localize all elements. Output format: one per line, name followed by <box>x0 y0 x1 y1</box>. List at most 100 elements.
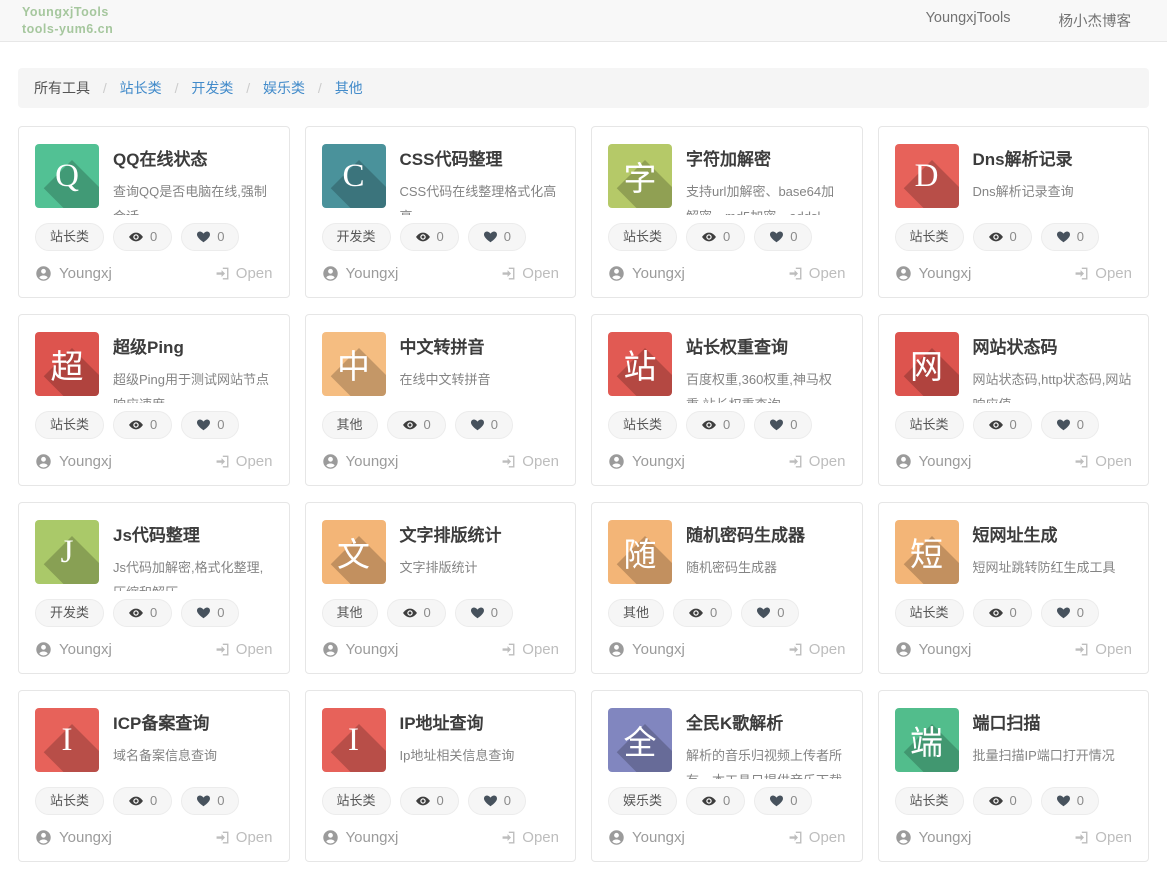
category-tag[interactable]: 站长类 <box>35 223 104 251</box>
likes-tag[interactable]: 0 <box>468 223 526 251</box>
tool-icon: 超 <box>35 332 99 396</box>
open-link[interactable]: Open <box>1074 265 1132 282</box>
views-tag[interactable]: 0 <box>113 223 172 251</box>
open-link[interactable]: Open <box>1074 453 1132 470</box>
breadcrumb-entertainment-category[interactable]: 娱乐类 <box>263 80 305 96</box>
category-tag[interactable]: 站长类 <box>608 223 677 251</box>
views-tag[interactable]: 0 <box>973 787 1032 815</box>
likes-tag[interactable]: 0 <box>754 223 812 251</box>
open-label: Open <box>236 453 273 470</box>
likes-tag[interactable]: 0 <box>455 599 513 627</box>
views-tag[interactable]: 0 <box>113 599 172 627</box>
likes-tag[interactable]: 0 <box>1041 411 1099 439</box>
open-link[interactable]: Open <box>1074 641 1132 658</box>
likes-tag[interactable]: 0 <box>1041 599 1099 627</box>
author: Youngxj <box>895 829 972 846</box>
open-link[interactable]: Open <box>215 641 273 658</box>
open-link[interactable]: Open <box>501 265 559 282</box>
tool-icon: 短 <box>895 520 959 584</box>
tool-description: 百度权重,360权重,神马权重,站长权重查询 <box>686 367 846 403</box>
views-tag[interactable]: 0 <box>673 599 732 627</box>
category-tag[interactable]: 站长类 <box>895 223 964 251</box>
category-tag[interactable]: 其他 <box>608 599 664 627</box>
views-tag[interactable]: 0 <box>400 223 459 251</box>
likes-tag[interactable]: 0 <box>455 411 513 439</box>
views-tag[interactable]: 0 <box>686 411 745 439</box>
breadcrumb-dev-category[interactable]: 开发类 <box>191 80 233 96</box>
tool-title: 端口扫描 <box>973 709 1115 734</box>
tool-icon-letter: 字 <box>608 144 672 208</box>
open-link[interactable]: Open <box>501 829 559 846</box>
author-name: Youngxj <box>919 265 972 282</box>
breadcrumb-all-tools[interactable]: 所有工具 <box>34 80 90 96</box>
views-tag[interactable]: 0 <box>686 787 745 815</box>
category-tag[interactable]: 站长类 <box>895 599 964 627</box>
breadcrumb-webmaster-category[interactable]: 站长类 <box>120 80 162 96</box>
category-tag[interactable]: 站长类 <box>895 411 964 439</box>
likes-tag[interactable]: 0 <box>181 223 239 251</box>
tool-icon-letter: 超 <box>35 332 99 396</box>
open-label: Open <box>809 829 846 846</box>
open-link[interactable]: Open <box>501 453 559 470</box>
tool-title: 随机密码生成器 <box>686 521 805 546</box>
likes-tag[interactable]: 0 <box>1041 223 1099 251</box>
tool-title: 中文转拼音 <box>400 333 491 358</box>
views-tag[interactable]: 0 <box>387 411 446 439</box>
category-tag[interactable]: 站长类 <box>35 411 104 439</box>
category-tag[interactable]: 开发类 <box>322 223 391 251</box>
likes-tag[interactable]: 0 <box>741 599 799 627</box>
likes-tag[interactable]: 0 <box>1041 787 1099 815</box>
views-tag[interactable]: 0 <box>973 223 1032 251</box>
open-link[interactable]: Open <box>788 453 846 470</box>
user-circle-icon <box>895 641 912 658</box>
heart-icon <box>470 605 485 620</box>
open-link[interactable]: Open <box>1074 829 1132 846</box>
category-tag[interactable]: 开发类 <box>35 599 104 627</box>
views-tag[interactable]: 0 <box>686 223 745 251</box>
views-count: 0 <box>150 228 157 246</box>
open-link[interactable]: Open <box>788 829 846 846</box>
tool-description: Ip地址相关信息查询 <box>400 743 515 768</box>
nav-blog-link[interactable]: 杨小杰博客 <box>1059 10 1132 31</box>
views-tag[interactable]: 0 <box>973 411 1032 439</box>
nav-youngxjtools-link[interactable]: YoungxjTools <box>926 10 1011 31</box>
category-tag[interactable]: 站长类 <box>895 787 964 815</box>
views-count: 0 <box>150 792 157 810</box>
user-circle-icon <box>608 641 625 658</box>
category-tag[interactable]: 娱乐类 <box>608 787 677 815</box>
category-tag[interactable]: 站长类 <box>608 411 677 439</box>
eye-icon <box>701 793 717 809</box>
views-tag[interactable]: 0 <box>387 599 446 627</box>
likes-tag[interactable]: 0 <box>754 787 812 815</box>
likes-count: 0 <box>491 604 498 622</box>
likes-tag[interactable]: 0 <box>181 599 239 627</box>
open-link[interactable]: Open <box>215 829 273 846</box>
card-tags: 站长类 0 0 <box>608 411 846 439</box>
views-tag[interactable]: 0 <box>113 411 172 439</box>
category-tag[interactable]: 站长类 <box>322 787 391 815</box>
sign-in-icon <box>788 266 803 281</box>
open-link[interactable]: Open <box>788 641 846 658</box>
likes-tag[interactable]: 0 <box>181 411 239 439</box>
heart-icon <box>1056 229 1071 244</box>
site-logo[interactable]: YoungxjTools tools-yum6.cn <box>22 4 113 38</box>
views-tag[interactable]: 0 <box>973 599 1032 627</box>
open-link[interactable]: Open <box>788 265 846 282</box>
category-tag[interactable]: 其他 <box>322 411 378 439</box>
breadcrumb-other-category[interactable]: 其他 <box>335 80 363 96</box>
views-tag[interactable]: 0 <box>113 787 172 815</box>
category-tag[interactable]: 其他 <box>322 599 378 627</box>
likes-tag[interactable]: 0 <box>181 787 239 815</box>
open-link[interactable]: Open <box>215 453 273 470</box>
category-tag[interactable]: 站长类 <box>35 787 104 815</box>
tool-title: 网站状态码 <box>973 333 1133 358</box>
open-link[interactable]: Open <box>215 265 273 282</box>
views-count: 0 <box>150 604 157 622</box>
open-link[interactable]: Open <box>501 641 559 658</box>
likes-tag[interactable]: 0 <box>468 787 526 815</box>
author-name: Youngxj <box>59 453 112 470</box>
user-circle-icon <box>322 265 339 282</box>
views-tag[interactable]: 0 <box>400 787 459 815</box>
likes-tag[interactable]: 0 <box>754 411 812 439</box>
user-circle-icon <box>35 641 52 658</box>
